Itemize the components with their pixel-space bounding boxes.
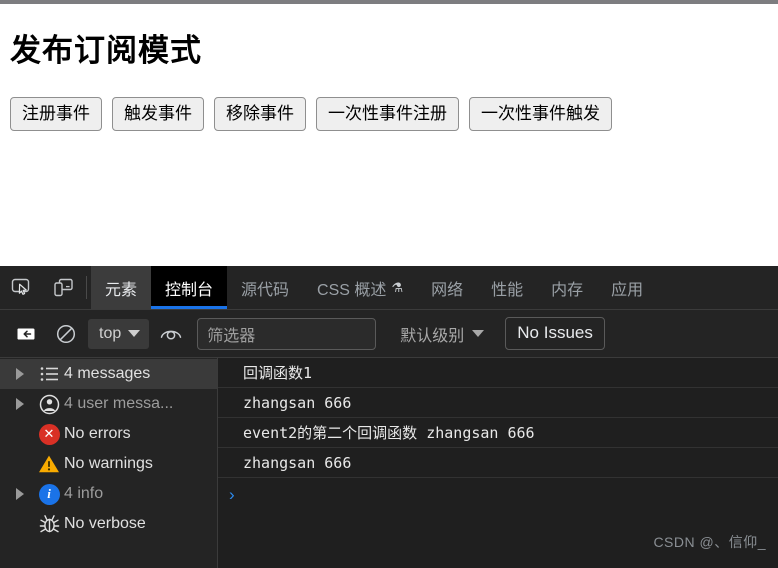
sidebar-item-user-messages[interactable]: 4 user messa... bbox=[0, 389, 217, 419]
sidebar-item-errors[interactable]: ✕ No errors bbox=[0, 419, 217, 449]
console-message[interactable]: 回调函数1 bbox=[218, 358, 778, 388]
error-icon: ✕ bbox=[34, 423, 64, 445]
tab-css-overview[interactable]: CSS 概述 ⚗ bbox=[303, 266, 417, 309]
console-body: 4 messages 4 user messa... ✕ No errors N… bbox=[0, 358, 778, 568]
console-message-text: zhangsan 666 bbox=[243, 453, 352, 472]
console-message-text: 回调函数1 bbox=[243, 364, 313, 382]
flask-icon: ⚗ bbox=[391, 279, 404, 295]
tab-performance-label: 性能 bbox=[491, 281, 524, 299]
chevron-down-icon bbox=[128, 330, 141, 337]
tab-console[interactable]: 控制台 bbox=[151, 266, 228, 309]
tab-css-overview-label: CSS 概述 bbox=[317, 281, 387, 299]
execution-context-select[interactable]: top bbox=[88, 318, 150, 349]
console-message[interactable]: zhangsan 666 bbox=[218, 448, 778, 478]
tab-application-label: 应用 bbox=[611, 281, 644, 299]
tab-memory[interactable]: 内存 bbox=[537, 266, 597, 309]
console-log-area[interactable]: 回调函数1 zhangsan 666 event2的第二个回调函数 zhangs… bbox=[218, 358, 778, 568]
tab-application[interactable]: 应用 bbox=[597, 266, 657, 309]
sidebar-item-messages[interactable]: 4 messages bbox=[0, 359, 217, 389]
chevron-down-icon bbox=[472, 330, 485, 337]
console-sidebar-toggle-icon[interactable] bbox=[6, 314, 46, 354]
tab-console-label: 控制台 bbox=[165, 281, 214, 299]
execution-context-value: top bbox=[99, 324, 122, 342]
issues-button[interactable]: No Issues bbox=[505, 317, 605, 350]
tab-elements-label: 元素 bbox=[105, 281, 138, 299]
console-filter-placeholder: 筛选器 bbox=[207, 327, 256, 345]
console-message-text: zhangsan 666 bbox=[243, 393, 352, 412]
web-page-content: 发布订阅模式 注册事件 触发事件 移除事件 一次性事件注册 一次性事件触发 bbox=[0, 4, 778, 266]
tab-memory-label: 内存 bbox=[551, 281, 584, 299]
remove-event-button[interactable]: 移除事件 bbox=[214, 96, 306, 131]
register-event-button[interactable]: 注册事件 bbox=[10, 96, 102, 131]
warning-icon bbox=[34, 454, 64, 474]
sidebar-item-warnings-label: No warnings bbox=[64, 455, 153, 472]
expand-arrow-icon[interactable] bbox=[16, 488, 34, 500]
console-sidebar: 4 messages 4 user messa... ✕ No errors N… bbox=[0, 358, 218, 568]
sidebar-item-verbose[interactable]: No verbose bbox=[0, 509, 217, 539]
console-filter-input[interactable]: 筛选器 bbox=[197, 317, 377, 350]
tab-bar-divider bbox=[86, 276, 87, 299]
tab-performance[interactable]: 性能 bbox=[477, 266, 537, 309]
tab-network-label: 网络 bbox=[431, 281, 464, 299]
console-message-text: event2的第二个回调函数 zhangsan 666 bbox=[243, 424, 535, 442]
tab-sources-label: 源代码 bbox=[241, 281, 290, 299]
expand-arrow-icon[interactable] bbox=[16, 398, 34, 410]
live-expression-eye-icon[interactable] bbox=[151, 314, 191, 354]
log-level-value: 默认级别 bbox=[400, 327, 465, 345]
info-icon: i bbox=[34, 483, 64, 505]
prompt-chevron-icon: › bbox=[229, 485, 235, 504]
sidebar-item-info-label: 4 info bbox=[64, 485, 104, 502]
trigger-once-event-button[interactable]: 一次性事件触发 bbox=[469, 96, 612, 131]
device-toolbar-icon[interactable] bbox=[42, 266, 84, 309]
expand-arrow-icon[interactable] bbox=[16, 368, 34, 380]
page-button-row: 注册事件 触发事件 移除事件 一次性事件注册 一次性事件触发 bbox=[0, 69, 778, 131]
tab-elements[interactable]: 元素 bbox=[91, 266, 152, 309]
sidebar-item-messages-label: 4 messages bbox=[64, 365, 151, 382]
watermark: CSDN @、信仰_ bbox=[653, 534, 766, 550]
clear-console-icon[interactable] bbox=[46, 314, 86, 354]
log-level-select[interactable]: 默认级别 bbox=[400, 322, 485, 346]
user-icon bbox=[34, 394, 64, 415]
devtools-panel: 元素 控制台 源代码 CSS 概述 ⚗ 网络 性能 内存 应用 top 筛选器 … bbox=[0, 266, 778, 568]
tab-sources[interactable]: 源代码 bbox=[227, 266, 303, 309]
sidebar-item-errors-label: No errors bbox=[64, 425, 131, 442]
console-message[interactable]: zhangsan 666 bbox=[218, 388, 778, 418]
sidebar-item-user-messages-label: 4 user messa... bbox=[64, 395, 174, 412]
console-prompt[interactable]: › bbox=[218, 478, 778, 512]
console-toolbar: top 筛选器 默认级别 No Issues bbox=[0, 310, 778, 358]
sidebar-item-info[interactable]: i 4 info bbox=[0, 479, 217, 509]
page-title: 发布订阅模式 bbox=[10, 33, 202, 68]
tab-network[interactable]: 网络 bbox=[417, 266, 477, 309]
inspect-element-icon[interactable] bbox=[0, 266, 42, 309]
devtools-tab-bar: 元素 控制台 源代码 CSS 概述 ⚗ 网络 性能 内存 应用 bbox=[0, 266, 778, 310]
list-icon bbox=[34, 366, 64, 382]
bug-icon bbox=[34, 514, 64, 534]
console-message[interactable]: event2的第二个回调函数 zhangsan 666 bbox=[218, 418, 778, 448]
register-once-event-button[interactable]: 一次性事件注册 bbox=[316, 96, 459, 131]
sidebar-item-verbose-label: No verbose bbox=[64, 515, 146, 532]
sidebar-item-warnings[interactable]: No warnings bbox=[0, 449, 217, 479]
trigger-event-button[interactable]: 触发事件 bbox=[112, 96, 204, 131]
